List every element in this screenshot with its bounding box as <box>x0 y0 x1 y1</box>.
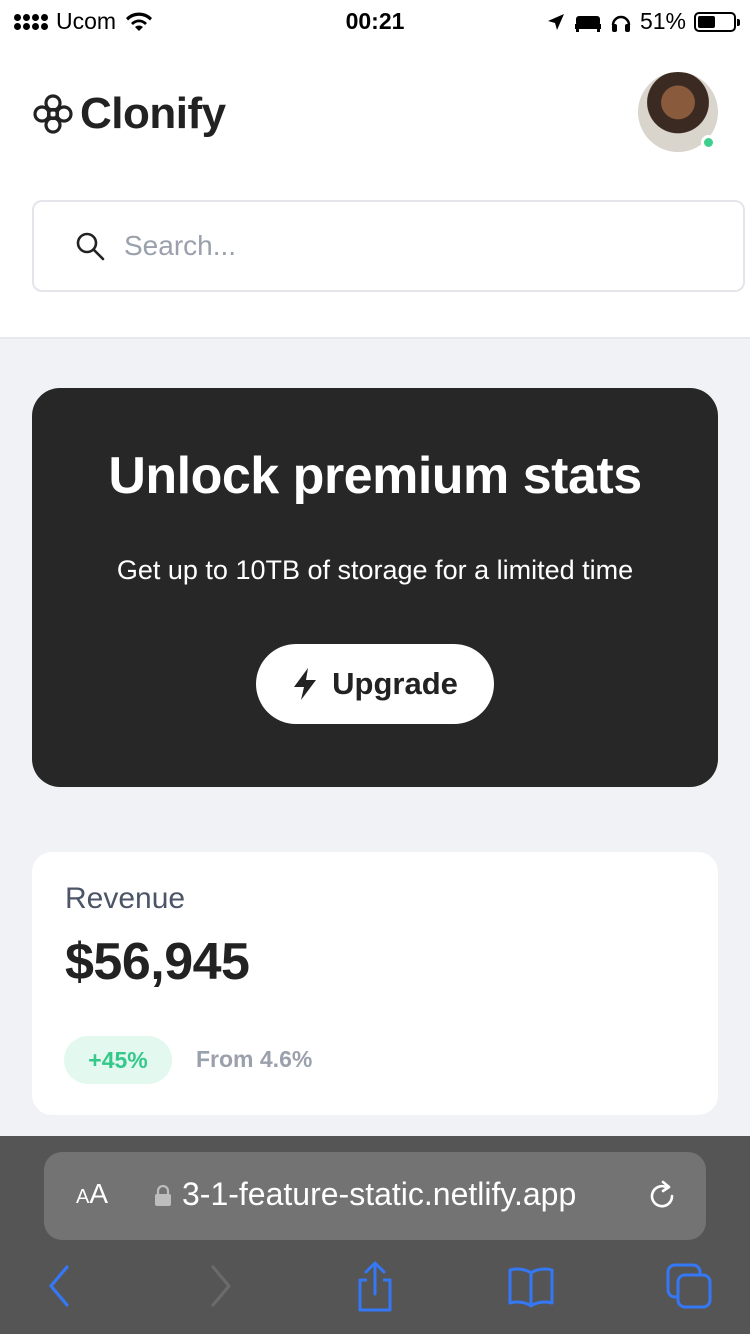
app-header: Clonify <box>0 44 750 339</box>
headphones-icon <box>611 15 631 32</box>
upgrade-button[interactable]: Upgrade <box>256 644 494 724</box>
back-button[interactable] <box>34 1260 84 1314</box>
clonify-logo-icon <box>33 94 73 134</box>
logo[interactable]: Clonify <box>32 89 226 139</box>
battery-icon <box>694 11 740 32</box>
tabs-button[interactable] <box>664 1260 714 1314</box>
text-size-large-a: A <box>89 1178 109 1209</box>
revenue-label: Revenue <box>65 882 186 915</box>
upgrade-button-label: Upgrade <box>332 666 458 701</box>
change-badge: +45% <box>64 1036 172 1084</box>
search-icon <box>76 232 105 261</box>
chevron-left-icon <box>49 1264 69 1307</box>
search-box <box>32 200 745 292</box>
share-icon <box>358 1261 392 1312</box>
search-input[interactable] <box>124 230 684 262</box>
chevron-right-icon <box>211 1264 231 1307</box>
bookmarks-button[interactable] <box>506 1260 556 1314</box>
reload-icon[interactable] <box>644 1178 680 1214</box>
promo-subtitle: Get up to 10TB of storage for a limited … <box>116 555 634 585</box>
screen: Ucom 00:21 51% Clonify Search... Unlock … <box>0 0 750 1334</box>
text-size-small-a: A <box>76 1186 90 1208</box>
revenue-card: Revenue $56,945 +45% From 4.6% <box>32 852 718 1115</box>
battery-percent: 51% <box>639 8 686 34</box>
promo-title: Unlock premium stats <box>108 447 642 505</box>
user-avatar[interactable] <box>638 72 718 152</box>
url-text: 3-1-feature-static.netlify.app <box>182 1176 577 1212</box>
revenue-value: $56,945 <box>65 933 250 991</box>
tabs-icon <box>666 1263 712 1308</box>
lock-icon <box>155 1185 171 1206</box>
book-icon <box>508 1267 554 1307</box>
text-size-button[interactable]: AA <box>76 1178 108 1210</box>
battery-fill <box>698 15 716 28</box>
forward-button[interactable] <box>196 1260 246 1314</box>
status-bar: Ucom 00:21 51% <box>0 0 750 44</box>
comparison-text: From 4.6% <box>196 1046 313 1072</box>
location-arrow-icon <box>547 13 564 30</box>
browser-bottom-bar: AA 3-1-feature-static.netlify.app <box>0 1136 750 1334</box>
lightning-bolt-icon <box>294 668 317 700</box>
sleep-bed-icon <box>574 15 601 32</box>
address-bar[interactable]: AA 3-1-feature-static.netlify.app <box>44 1152 706 1240</box>
status-right: 51% <box>546 8 740 35</box>
premium-promo-card: Unlock premium stats Get up to 10TB of s… <box>32 388 718 787</box>
logo-text: Clonify <box>80 89 226 138</box>
online-status-dot <box>701 135 716 150</box>
share-button[interactable] <box>350 1260 400 1314</box>
